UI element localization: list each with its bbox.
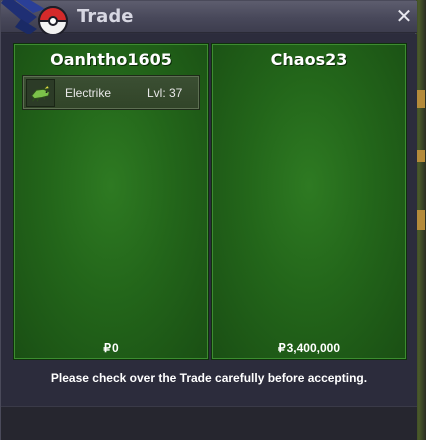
pokemon-level: Lvl: 37 xyxy=(147,86,183,100)
pokedollar-icon: ₽ xyxy=(103,341,111,355)
window-title: Trade xyxy=(77,6,134,27)
money-offer-right: ₽3,400,000 xyxy=(212,341,406,355)
trade-panel-right: Chaos23 ₽3,400,000 xyxy=(211,43,407,360)
trade-panel-left: Oanhtho1605 Electrike Lvl: 37 ₽0 xyxy=(13,43,209,360)
title-bar[interactable]: Trade ✕ xyxy=(1,0,417,36)
close-icon[interactable]: ✕ xyxy=(393,4,415,28)
footer-area xyxy=(1,406,417,440)
money-amount-right: 3,400,000 xyxy=(286,341,341,355)
trade-body: Oanhtho1605 Electrike Lvl: 37 ₽0 Chaos23… xyxy=(1,34,417,440)
pokemon-slot[interactable]: Electrike Lvl: 37 xyxy=(22,75,200,110)
money-offer-left: ₽0 xyxy=(14,341,208,355)
electrike-icon xyxy=(26,79,55,107)
pokedollar-icon: ₽ xyxy=(277,341,286,355)
trade-window: Trade ✕ Oanhtho1605 Electrike Lvl: 37 ₽0… xyxy=(0,0,417,440)
pokemon-name: Electrike xyxy=(65,86,112,100)
trainer-name-left: Oanhtho1605 xyxy=(50,50,172,69)
money-amount-left: 0 xyxy=(111,341,119,355)
trainer-name-right: Chaos23 xyxy=(270,50,348,69)
trade-notice: Please check over the Trade carefully be… xyxy=(50,371,368,385)
